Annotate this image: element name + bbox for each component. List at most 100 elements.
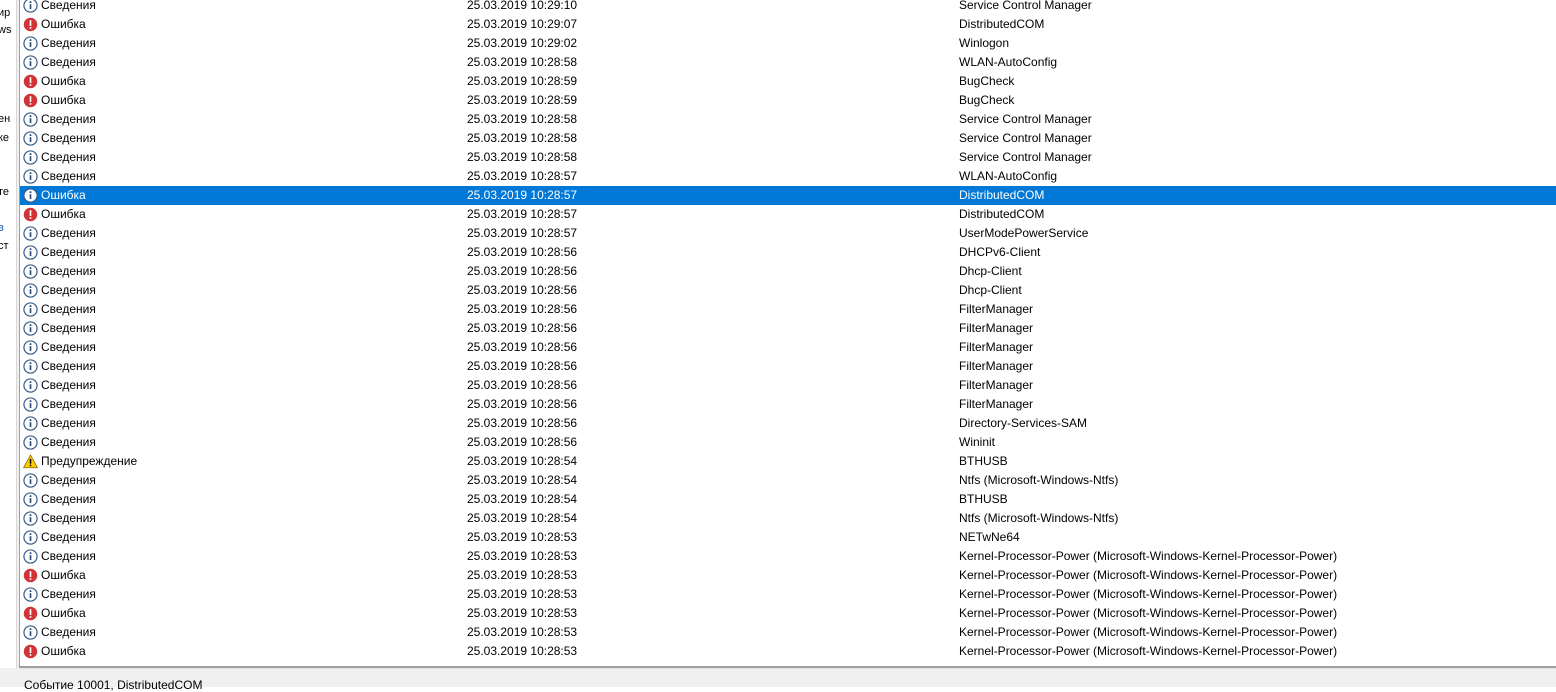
event-row[interactable]: Сведения 25.03.2019 10:28:57 UserModePower… bbox=[20, 224, 1556, 243]
event-level: Сведения bbox=[41, 36, 96, 50]
event-source: DistributedCOM bbox=[959, 188, 1045, 202]
tree-pane[interactable]: ир ws ен ке те в ст bbox=[0, 0, 16, 687]
event-level: Сведения bbox=[41, 264, 96, 278]
event-source: Kernel-Processor-Power (Microsoft-Window… bbox=[959, 549, 1338, 563]
event-row[interactable]: Сведения 25.03.2019 10:28:58 Service Contr… bbox=[20, 110, 1556, 129]
error-icon bbox=[23, 74, 38, 89]
info-icon bbox=[23, 359, 38, 374]
event-row[interactable]: Ошибка 25.03.2019 10:28:53 Kernel-Processo… bbox=[20, 642, 1556, 661]
event-datetime: 25.03.2019 10:28:56 bbox=[467, 378, 578, 392]
event-level: Сведения bbox=[41, 55, 96, 69]
info-icon bbox=[23, 397, 38, 412]
event-row[interactable]: Сведения 25.03.2019 10:28:58 Service Contr… bbox=[20, 129, 1556, 148]
event-list[interactable]: Сведения 25.03.2019 10:29:10 Service Contr… bbox=[20, 0, 1556, 666]
error-icon bbox=[23, 606, 38, 621]
event-row[interactable]: Ошибка 25.03.2019 10:28:53 Kernel-Processo… bbox=[20, 604, 1556, 623]
event-datetime: 25.03.2019 10:28:56 bbox=[467, 435, 578, 449]
event-row[interactable]: Сведения 25.03.2019 10:28:56 FilterManager bbox=[20, 300, 1556, 319]
event-source: Directory-Services-SAM bbox=[959, 416, 1088, 430]
event-row[interactable]: Ошибка 25.03.2019 10:28:57 DistributedCOM bbox=[20, 205, 1556, 224]
info-icon bbox=[23, 530, 38, 545]
event-datetime: 25.03.2019 10:29:02 bbox=[467, 36, 578, 50]
info-icon bbox=[23, 245, 38, 260]
event-level: Сведения bbox=[41, 492, 96, 506]
tree-fragment[interactable]: ке bbox=[0, 132, 9, 144]
event-row[interactable]: Ошибка 25.03.2019 10:28:59 BugCheck bbox=[20, 91, 1556, 110]
event-level: Ошибка bbox=[41, 188, 86, 202]
info-icon bbox=[23, 473, 38, 488]
tree-fragment[interactable]: ст bbox=[0, 240, 9, 252]
event-row[interactable]: Сведения 25.03.2019 10:28:56 FilterManager bbox=[20, 319, 1556, 338]
event-row[interactable]: Ошибка 25.03.2019 10:28:53 Kernel-Processo… bbox=[20, 566, 1556, 585]
event-row[interactable]: Сведения 25.03.2019 10:28:53 Kernel-Proces… bbox=[20, 623, 1556, 642]
tree-fragment[interactable]: ир bbox=[0, 7, 10, 19]
event-row[interactable]: Сведения 25.03.2019 10:28:56 FilterManager bbox=[20, 395, 1556, 414]
tree-fragment[interactable]: ws bbox=[0, 24, 11, 36]
event-row[interactable]: Сведения 25.03.2019 10:29:02 Winlogon bbox=[20, 34, 1556, 53]
event-row[interactable]: Сведения 25.03.2019 10:28:56 FilterManager bbox=[20, 376, 1556, 395]
info-icon bbox=[23, 0, 38, 13]
event-level: Сведения bbox=[41, 283, 96, 297]
event-datetime: 25.03.2019 10:28:53 bbox=[467, 625, 578, 639]
event-level: Сведения bbox=[41, 397, 96, 411]
event-row[interactable]: Сведения 25.03.2019 10:28:58 Service Contr… bbox=[20, 148, 1556, 167]
event-row[interactable]: Сведения 25.03.2019 10:28:56 Dhcp-Client bbox=[20, 262, 1556, 281]
info-icon bbox=[23, 549, 38, 564]
event-level: Ошибка bbox=[41, 93, 86, 107]
event-row[interactable]: Сведения 25.03.2019 10:28:58 WLAN-AutoConf… bbox=[20, 53, 1556, 72]
tree-fragment[interactable]: те bbox=[0, 186, 9, 198]
event-level: Сведения bbox=[41, 169, 96, 183]
event-level: Сведения bbox=[41, 378, 96, 392]
event-level: Ошибка bbox=[41, 74, 86, 88]
info-icon bbox=[23, 625, 38, 640]
event-row[interactable]: Сведения 25.03.2019 10:28:56 FilterManager bbox=[20, 338, 1556, 357]
event-row[interactable]: Сведения 25.03.2019 10:28:53 Kernel-Proces… bbox=[20, 547, 1556, 566]
event-row[interactable]: Сведения 25.03.2019 10:28:54 BTHUSB bbox=[20, 490, 1556, 509]
event-row[interactable]: Сведения 25.03.2019 10:28:56 DHCPv6-Client bbox=[20, 243, 1556, 262]
event-row[interactable]: Сведения 25.03.2019 10:28:56 Directory-Ser… bbox=[20, 414, 1556, 433]
event-source: FilterManager bbox=[959, 340, 1034, 354]
tree-fragment[interactable]: ен bbox=[0, 113, 10, 125]
event-source: FilterManager bbox=[959, 397, 1034, 411]
event-row[interactable]: Сведения 25.03.2019 10:29:10 Service Contr… bbox=[20, 0, 1556, 15]
info-icon bbox=[23, 302, 38, 317]
event-datetime: 25.03.2019 10:28:56 bbox=[467, 302, 578, 316]
event-row[interactable]: Сведения 25.03.2019 10:28:56 Wininit bbox=[20, 433, 1556, 452]
event-row[interactable]: Сведения 25.03.2019 10:28:54 Ntfs (Microso… bbox=[20, 471, 1556, 490]
event-level: Сведения bbox=[41, 245, 96, 259]
event-level: Сведения bbox=[41, 321, 96, 335]
info-icon bbox=[23, 112, 38, 127]
event-level: Сведения bbox=[41, 435, 96, 449]
event-source: Service Control Manager bbox=[959, 0, 1092, 12]
event-row[interactable]: Ошибка 25.03.2019 10:28:57 DistributedCOM bbox=[20, 186, 1556, 205]
event-row[interactable]: Сведения 25.03.2019 10:28:53 NETwNe64 bbox=[20, 528, 1556, 547]
event-level: Ошибка bbox=[41, 207, 86, 221]
status-text: Событие 10001, DistributedCOM bbox=[24, 678, 203, 692]
event-source: FilterManager bbox=[959, 321, 1034, 335]
error-icon bbox=[23, 207, 38, 222]
event-datetime: 25.03.2019 10:28:58 bbox=[467, 150, 578, 164]
event-level: Сведения bbox=[41, 131, 96, 145]
event-row[interactable]: Сведения 25.03.2019 10:28:54 Ntfs (Microso… bbox=[20, 509, 1556, 528]
event-row[interactable]: Сведения 25.03.2019 10:28:57 WLAN-AutoConf… bbox=[20, 167, 1556, 186]
event-level: Ошибка bbox=[41, 17, 86, 31]
event-source: Kernel-Processor-Power (Microsoft-Window… bbox=[959, 606, 1338, 620]
event-level: Ошибка bbox=[41, 568, 86, 582]
event-row[interactable]: Предупреждение 25.03.2019 10:28:54 BTHUSB bbox=[20, 452, 1556, 471]
event-row[interactable]: Сведения 25.03.2019 10:28:53 Kernel-Proces… bbox=[20, 585, 1556, 604]
tree-fragment[interactable]: в bbox=[0, 222, 4, 234]
event-row[interactable]: Ошибка 25.03.2019 10:29:07 DistributedCOM bbox=[20, 15, 1556, 34]
event-level: Сведения bbox=[41, 340, 96, 354]
event-level: Сведения bbox=[41, 302, 96, 316]
info-icon bbox=[23, 492, 38, 507]
event-source: BTHUSB bbox=[959, 454, 1008, 468]
event-row[interactable]: Сведения 25.03.2019 10:28:56 Dhcp-Client bbox=[20, 281, 1556, 300]
info-icon bbox=[23, 283, 38, 298]
event-datetime: 25.03.2019 10:28:53 bbox=[467, 587, 578, 601]
error-icon bbox=[23, 17, 38, 32]
event-source: FilterManager bbox=[959, 378, 1034, 392]
info-icon bbox=[23, 340, 38, 355]
event-row[interactable]: Ошибка 25.03.2019 10:28:59 BugCheck bbox=[20, 72, 1556, 91]
event-datetime: 25.03.2019 10:28:59 bbox=[467, 93, 578, 107]
event-row[interactable]: Сведения 25.03.2019 10:28:56 FilterManager bbox=[20, 357, 1556, 376]
